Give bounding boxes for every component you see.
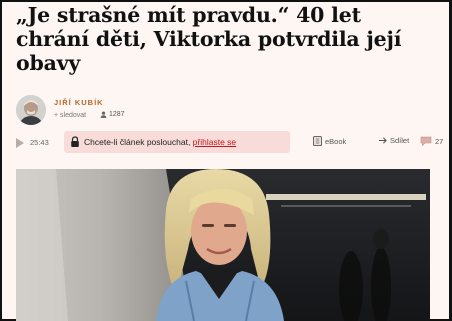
audio-duration: 25:43	[30, 138, 49, 147]
play-icon[interactable]	[16, 138, 24, 148]
follow-button[interactable]: + sledovat	[54, 112, 86, 119]
user-icon	[100, 111, 107, 118]
article-toolbar: 25:43 Chcete-li článek poslouchat, přihl…	[16, 130, 443, 156]
window-frame-left	[0, 0, 2, 321]
hero-photo	[16, 169, 430, 321]
author-avatar[interactable]	[16, 95, 46, 125]
listen-text-prefix: Chcete-li článek poslouchat,	[84, 137, 193, 147]
share-button[interactable]: Sdílet	[378, 136, 409, 145]
window-frame-top	[0, 0, 452, 2]
share-icon	[378, 137, 387, 144]
headline-line-3: obavy	[16, 51, 81, 75]
login-link[interactable]: přihlaste se	[193, 137, 236, 147]
headline-line-2: chrání děti, Viktorka potvrdila její	[16, 27, 402, 51]
article-headline: „Je strašné mít pravdu.“ 40 let chrání d…	[16, 3, 446, 75]
headline-line-1: „Je strašné mít pravdu.“ 40 let	[16, 3, 361, 27]
listen-text: Chcete-li článek poslouchat, přihlaste s…	[84, 137, 236, 147]
followers-count-value: 1287	[109, 111, 125, 118]
followers-count: 1287	[100, 111, 125, 118]
article-hero-image[interactable]	[16, 169, 430, 321]
comment-icon	[420, 136, 432, 146]
ebook-button[interactable]: eBook	[313, 136, 346, 146]
author-name-link[interactable]: JIŘÍ KUBÍK	[54, 98, 104, 107]
comments-button[interactable]: 27	[420, 136, 443, 146]
comments-count: 27	[435, 136, 444, 146]
share-label: Sdílet	[390, 136, 410, 145]
author-byline: JIŘÍ KUBÍK + sledovat 1287	[16, 95, 436, 127]
listen-login-banner: Chcete-li článek poslouchat, přihlaste s…	[64, 131, 290, 153]
author-portrait-icon	[16, 95, 46, 125]
ebook-icon	[313, 136, 322, 146]
lock-icon	[71, 136, 79, 147]
ebook-label: eBook	[325, 136, 347, 146]
